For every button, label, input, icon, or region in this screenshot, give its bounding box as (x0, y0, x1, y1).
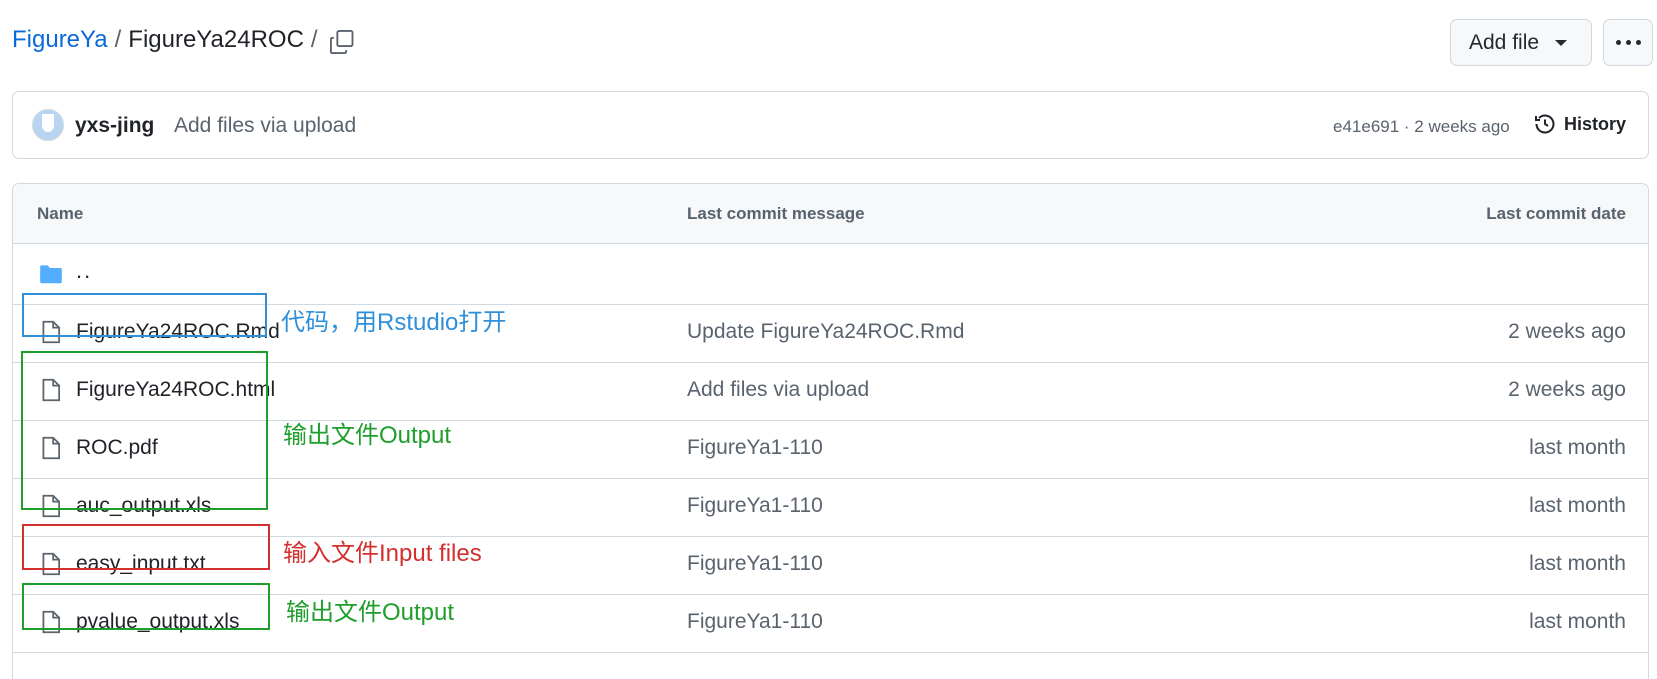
column-header-date: Last commit date (1486, 204, 1626, 223)
breadcrumb-current-repo: FigureYa24ROC (128, 26, 304, 53)
breadcrumb-owner-link[interactable]: FigureYa (12, 26, 108, 54)
row-commit-message-link[interactable]: FigureYa1-110 (687, 610, 823, 634)
row-commit-date: last month (1529, 610, 1626, 633)
annotation-code-note: 代码，用Rstudio打开 (281, 309, 507, 336)
annotation-box-output (21, 351, 268, 510)
row-commit-message-link[interactable]: FigureYa1-110 (687, 436, 823, 460)
row-commit-date: last month (1529, 494, 1626, 517)
row-commit-message-link[interactable]: FigureYa1-110 (687, 494, 823, 518)
history-clock-icon (1535, 114, 1555, 134)
copy-icon (329, 29, 354, 55)
annotation-output-note-2: 输出文件Output (286, 599, 455, 626)
copy-path-button[interactable] (328, 28, 358, 58)
add-file-button[interactable]: Add file (1450, 19, 1592, 66)
column-header-name: Name (37, 204, 84, 223)
parent-directory-link[interactable]: .. (76, 258, 92, 284)
annotation-output-note: 输出文件Output (283, 422, 452, 449)
repo-header: FigureYa / FigureYa24ROC / Add file (0, 0, 1657, 86)
annotation-input-note: 输入文件Input files (283, 540, 482, 567)
commit-message-link[interactable]: Add files via upload (174, 114, 356, 138)
row-commit-date: last month (1529, 436, 1626, 459)
add-file-label: Add file (1469, 30, 1540, 54)
breadcrumb: FigureYa / FigureYa24ROC / (12, 26, 325, 54)
breadcrumb-separator: / (114, 26, 122, 53)
breadcrumb-trailing-separator: / (310, 26, 318, 53)
column-header-message: Last commit message (687, 204, 865, 223)
row-commit-message-link[interactable]: Add files via upload (687, 378, 869, 402)
row-commit-message-link[interactable]: FigureYa1-110 (687, 552, 823, 576)
row-commit-message-link[interactable]: Update FigureYa24ROC.Rmd (687, 320, 964, 344)
history-label: History (1564, 113, 1627, 134)
annotation-box-code (22, 293, 267, 337)
file-table-header: Name Last commit message Last commit dat… (13, 184, 1648, 244)
latest-commit-box: yxs-jing Add files via upload e41e691 · … (12, 91, 1649, 159)
kebab-dot-icon (1615, 40, 1621, 45)
commit-author-link[interactable]: yxs-jing (75, 114, 154, 138)
kebab-dot-icon (1625, 40, 1631, 45)
row-commit-date: 2 weeks ago (1508, 320, 1626, 343)
avatar[interactable] (32, 109, 64, 141)
annotation-box-input (22, 524, 270, 570)
row-commit-date: 2 weeks ago (1508, 378, 1626, 401)
kebab-dot-icon (1635, 40, 1641, 45)
more-options-button[interactable] (1603, 19, 1653, 66)
row-commit-date: last month (1529, 552, 1626, 575)
history-button[interactable]: History (1533, 112, 1626, 136)
chevron-down-icon (1555, 39, 1568, 46)
annotation-box-output-2 (22, 583, 270, 630)
commit-hash-time[interactable]: e41e691 · 2 weeks ago (1333, 117, 1510, 137)
folder-icon (40, 265, 62, 284)
